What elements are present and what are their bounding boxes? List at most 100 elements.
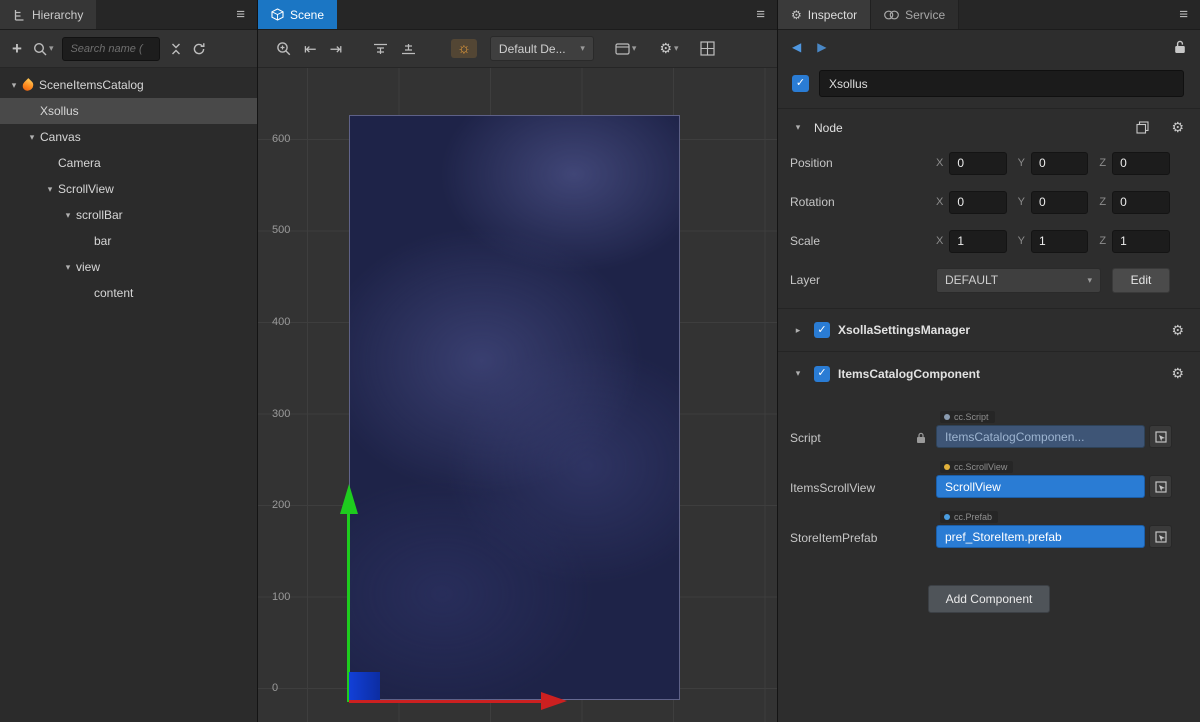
tree-item-scrollview[interactable]: ▾ ScrollView — [0, 176, 257, 202]
grid-toggle-button[interactable] — [700, 41, 715, 56]
scrollview-picker-button[interactable] — [1149, 475, 1172, 498]
view-mode-button[interactable]: ▾ — [615, 43, 637, 55]
tab-scene[interactable]: Scene — [258, 0, 337, 29]
component-items-catalog[interactable]: ▾ ✓ ItemsCatalogComponent ⚙ — [778, 352, 1200, 395]
gizmo-x-arrowhead-icon — [541, 692, 567, 710]
tab-inspector[interactable]: ⚙ Inspector — [778, 0, 870, 29]
frame-right-button[interactable]: ⇥ — [330, 40, 343, 58]
rotation-label: Rotation — [790, 195, 936, 209]
rotation-y-input[interactable] — [1031, 191, 1088, 214]
position-z-input[interactable] — [1112, 152, 1170, 175]
ruler-label: 300 — [272, 408, 290, 420]
inspector-header: ⚙ Inspector Service ≡ — [778, 0, 1200, 30]
tab-hierarchy[interactable]: Hierarchy — [0, 0, 96, 29]
component-expand-icon[interactable]: ▾ — [790, 368, 806, 379]
scale-label: Scale — [790, 234, 936, 248]
node-section-header[interactable]: ▾ Node ⚙ — [778, 109, 1200, 146]
tab-service[interactable]: Service — [870, 0, 959, 29]
expand-icon[interactable]: ▾ — [24, 132, 40, 143]
scale-z-input[interactable] — [1112, 230, 1170, 253]
tree-item-sceneitemscatalog[interactable]: ▾ SceneItemsCatalog — [0, 72, 257, 98]
hierarchy-tree-icon — [13, 9, 26, 21]
axis-y-label: Y — [1018, 157, 1025, 169]
node-paste-button[interactable] — [1136, 121, 1149, 134]
layer-row: Layer DEFAULT ▾ Edit — [778, 265, 1200, 295]
hierarchy-menu-icon[interactable]: ≡ — [224, 0, 257, 29]
history-forward-button[interactable]: ▶ — [817, 40, 826, 54]
node-name-input[interactable] — [819, 70, 1184, 97]
align-top-button[interactable] — [373, 43, 388, 55]
lock-inspector-button[interactable] — [1174, 40, 1186, 54]
search-caret-icon: ▾ — [49, 43, 54, 54]
expand-icon[interactable]: ▾ — [60, 262, 76, 273]
asset-type-tag: cc.ScrollView — [940, 461, 1013, 473]
tree-item-camera[interactable]: Camera — [0, 150, 257, 176]
resolution-value: Default De... — [499, 42, 566, 56]
gizmo-origin-handle[interactable] — [349, 672, 380, 700]
scene-menu-icon[interactable]: ≡ — [744, 0, 777, 29]
position-x-input[interactable] — [949, 152, 1006, 175]
node-active-checkbox[interactable]: ✓ — [792, 75, 809, 92]
align-bottom-icon — [401, 43, 416, 55]
node-expand-icon[interactable]: ▾ — [790, 122, 806, 133]
asset-type-label: cc.ScrollView — [954, 462, 1007, 472]
component-enabled-checkbox[interactable]: ✓ — [814, 366, 830, 382]
hierarchy-panel: Hierarchy ≡ + ▾ ▾ SceneItemsCatalog Xsol… — [0, 0, 258, 722]
component-xsolla-settings-manager[interactable]: ▸ ✓ XsollaSettingsManager ⚙ — [778, 309, 1200, 352]
items-scrollview-field[interactable]: ScrollView — [936, 475, 1145, 498]
store-item-prefab-value: pref_StoreItem.prefab — [945, 530, 1062, 544]
component-settings-icon[interactable]: ⚙ — [1171, 365, 1184, 382]
expand-icon[interactable]: ▾ — [42, 184, 58, 195]
tree-item-canvas[interactable]: ▾ Canvas — [0, 124, 257, 150]
tree-item-label: Camera — [58, 156, 101, 170]
history-back-button[interactable]: ◀ — [792, 40, 801, 54]
expand-icon[interactable]: ▾ — [6, 80, 22, 91]
view-mode-caret-icon: ▾ — [632, 43, 637, 54]
scene-settings-button[interactable]: ⚙ ▾ — [659, 40, 678, 57]
position-y-input[interactable] — [1031, 152, 1088, 175]
tree-item-view[interactable]: ▾ view — [0, 254, 257, 280]
search-input[interactable] — [62, 37, 160, 61]
node-transform-props: Position X Y Z Rotation X Y Z Scale X Y … — [778, 146, 1200, 309]
align-bottom-button[interactable] — [401, 43, 416, 55]
tree-item-content[interactable]: content — [0, 280, 257, 306]
axis-x-label: X — [936, 196, 943, 208]
gizmo-light-toggle[interactable]: ☼ — [451, 39, 477, 58]
component-expand-icon[interactable]: ▸ — [790, 325, 806, 336]
check-icon: ✓ — [796, 78, 805, 89]
asset-type-tag: cc.Prefab — [940, 511, 998, 523]
tree-item-label: bar — [94, 234, 111, 248]
gizmo-x-axis[interactable] — [349, 700, 541, 703]
tree-item-bar[interactable]: bar — [0, 228, 257, 254]
frame-left-button[interactable]: ⇤ — [304, 40, 317, 58]
prefab-picker-button[interactable] — [1149, 525, 1172, 548]
component-settings-icon[interactable]: ⚙ — [1171, 322, 1184, 339]
ruler-label: 100 — [272, 591, 290, 603]
rotation-z-input[interactable] — [1112, 191, 1170, 214]
zoom-region-button[interactable] — [276, 41, 291, 56]
scene-viewport[interactable]: 600 500 400 300 200 100 0 — [258, 68, 777, 722]
script-picker-button[interactable] — [1149, 425, 1172, 448]
resolution-dropdown[interactable]: Default De... ▾ — [490, 36, 594, 61]
search-type-button[interactable]: ▾ — [33, 42, 54, 56]
scale-y-input[interactable] — [1031, 230, 1088, 253]
layer-edit-button[interactable]: Edit — [1112, 268, 1170, 293]
tree-item-xsollus[interactable]: Xsollus — [0, 98, 257, 124]
refresh-button[interactable] — [192, 42, 206, 56]
scale-x-input[interactable] — [949, 230, 1006, 253]
inspector-menu-icon[interactable]: ≡ — [1167, 0, 1200, 29]
store-item-prefab-property-row: StoreItemPrefab cc.Prefab pref_StoreItem… — [778, 511, 1200, 548]
store-item-prefab-field[interactable]: pref_StoreItem.prefab — [936, 525, 1145, 548]
expand-icon[interactable]: ▾ — [60, 210, 76, 221]
grid-icon — [700, 41, 715, 56]
rotation-x-input[interactable] — [949, 191, 1006, 214]
collapse-all-button[interactable] — [169, 42, 183, 56]
tree-item-scrollbar[interactable]: ▾ scrollBar — [0, 202, 257, 228]
create-node-button[interactable]: + — [10, 39, 24, 59]
node-settings-icon[interactable]: ⚙ — [1171, 119, 1184, 136]
layer-dropdown[interactable]: DEFAULT ▾ — [936, 268, 1101, 293]
script-asset-field[interactable]: ItemsCatalogComponen... — [936, 425, 1145, 448]
component-enabled-checkbox[interactable]: ✓ — [814, 322, 830, 338]
scene-header: Scene ≡ — [258, 0, 777, 30]
add-component-button[interactable]: Add Component — [928, 585, 1051, 613]
